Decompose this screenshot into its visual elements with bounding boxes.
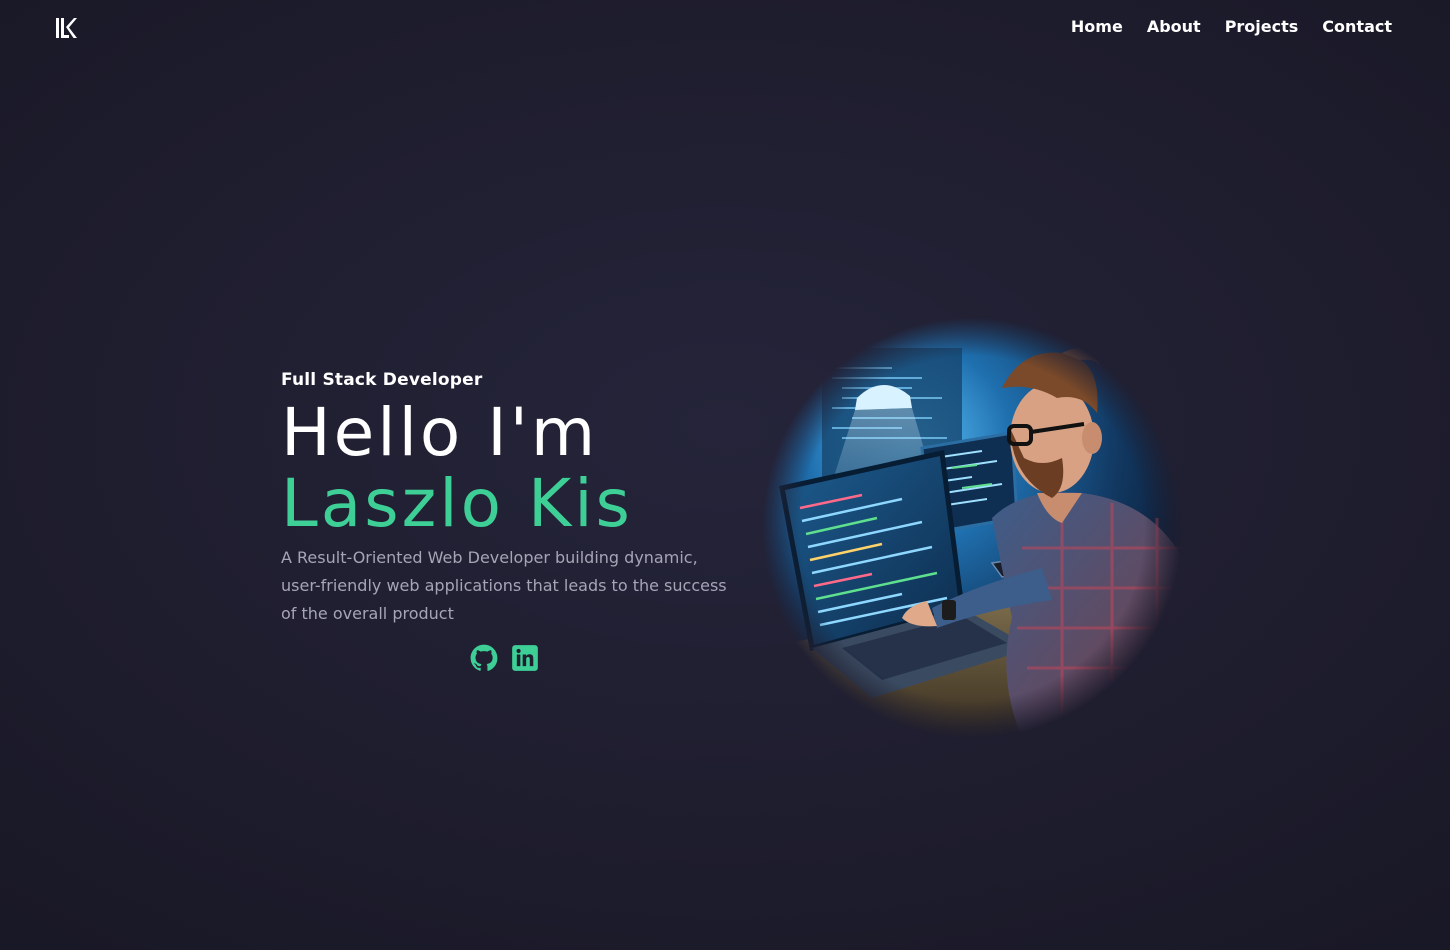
hero-headline: Hello I'm (281, 394, 599, 471)
social-links (470, 644, 539, 672)
developer-portrait (762, 318, 1182, 738)
nav-home-link[interactable]: Home (1071, 17, 1123, 36)
hero-intro: Full Stack Developer Hello I'm Laszlo Ki… (281, 370, 741, 628)
site-header: Home About Projects Contact (0, 0, 1450, 56)
linkedin-icon[interactable] (511, 644, 539, 672)
developer-illustration (762, 318, 1182, 738)
nav-projects-link[interactable]: Projects (1225, 17, 1299, 36)
page: Home About Projects Contact Full Stack D… (0, 0, 1450, 950)
hero-description: A Result-Oriented Web Developer building… (281, 548, 727, 623)
hero-subtitle: Full Stack Developer (281, 370, 483, 390)
hero-name: Laszlo Kis (281, 465, 633, 542)
nav-about-link[interactable]: About (1147, 17, 1201, 36)
nav-contact-link[interactable]: Contact (1322, 17, 1392, 36)
logo[interactable] (55, 17, 77, 39)
github-icon[interactable] (470, 644, 498, 672)
main-nav: Home About Projects Contact (1071, 17, 1392, 36)
